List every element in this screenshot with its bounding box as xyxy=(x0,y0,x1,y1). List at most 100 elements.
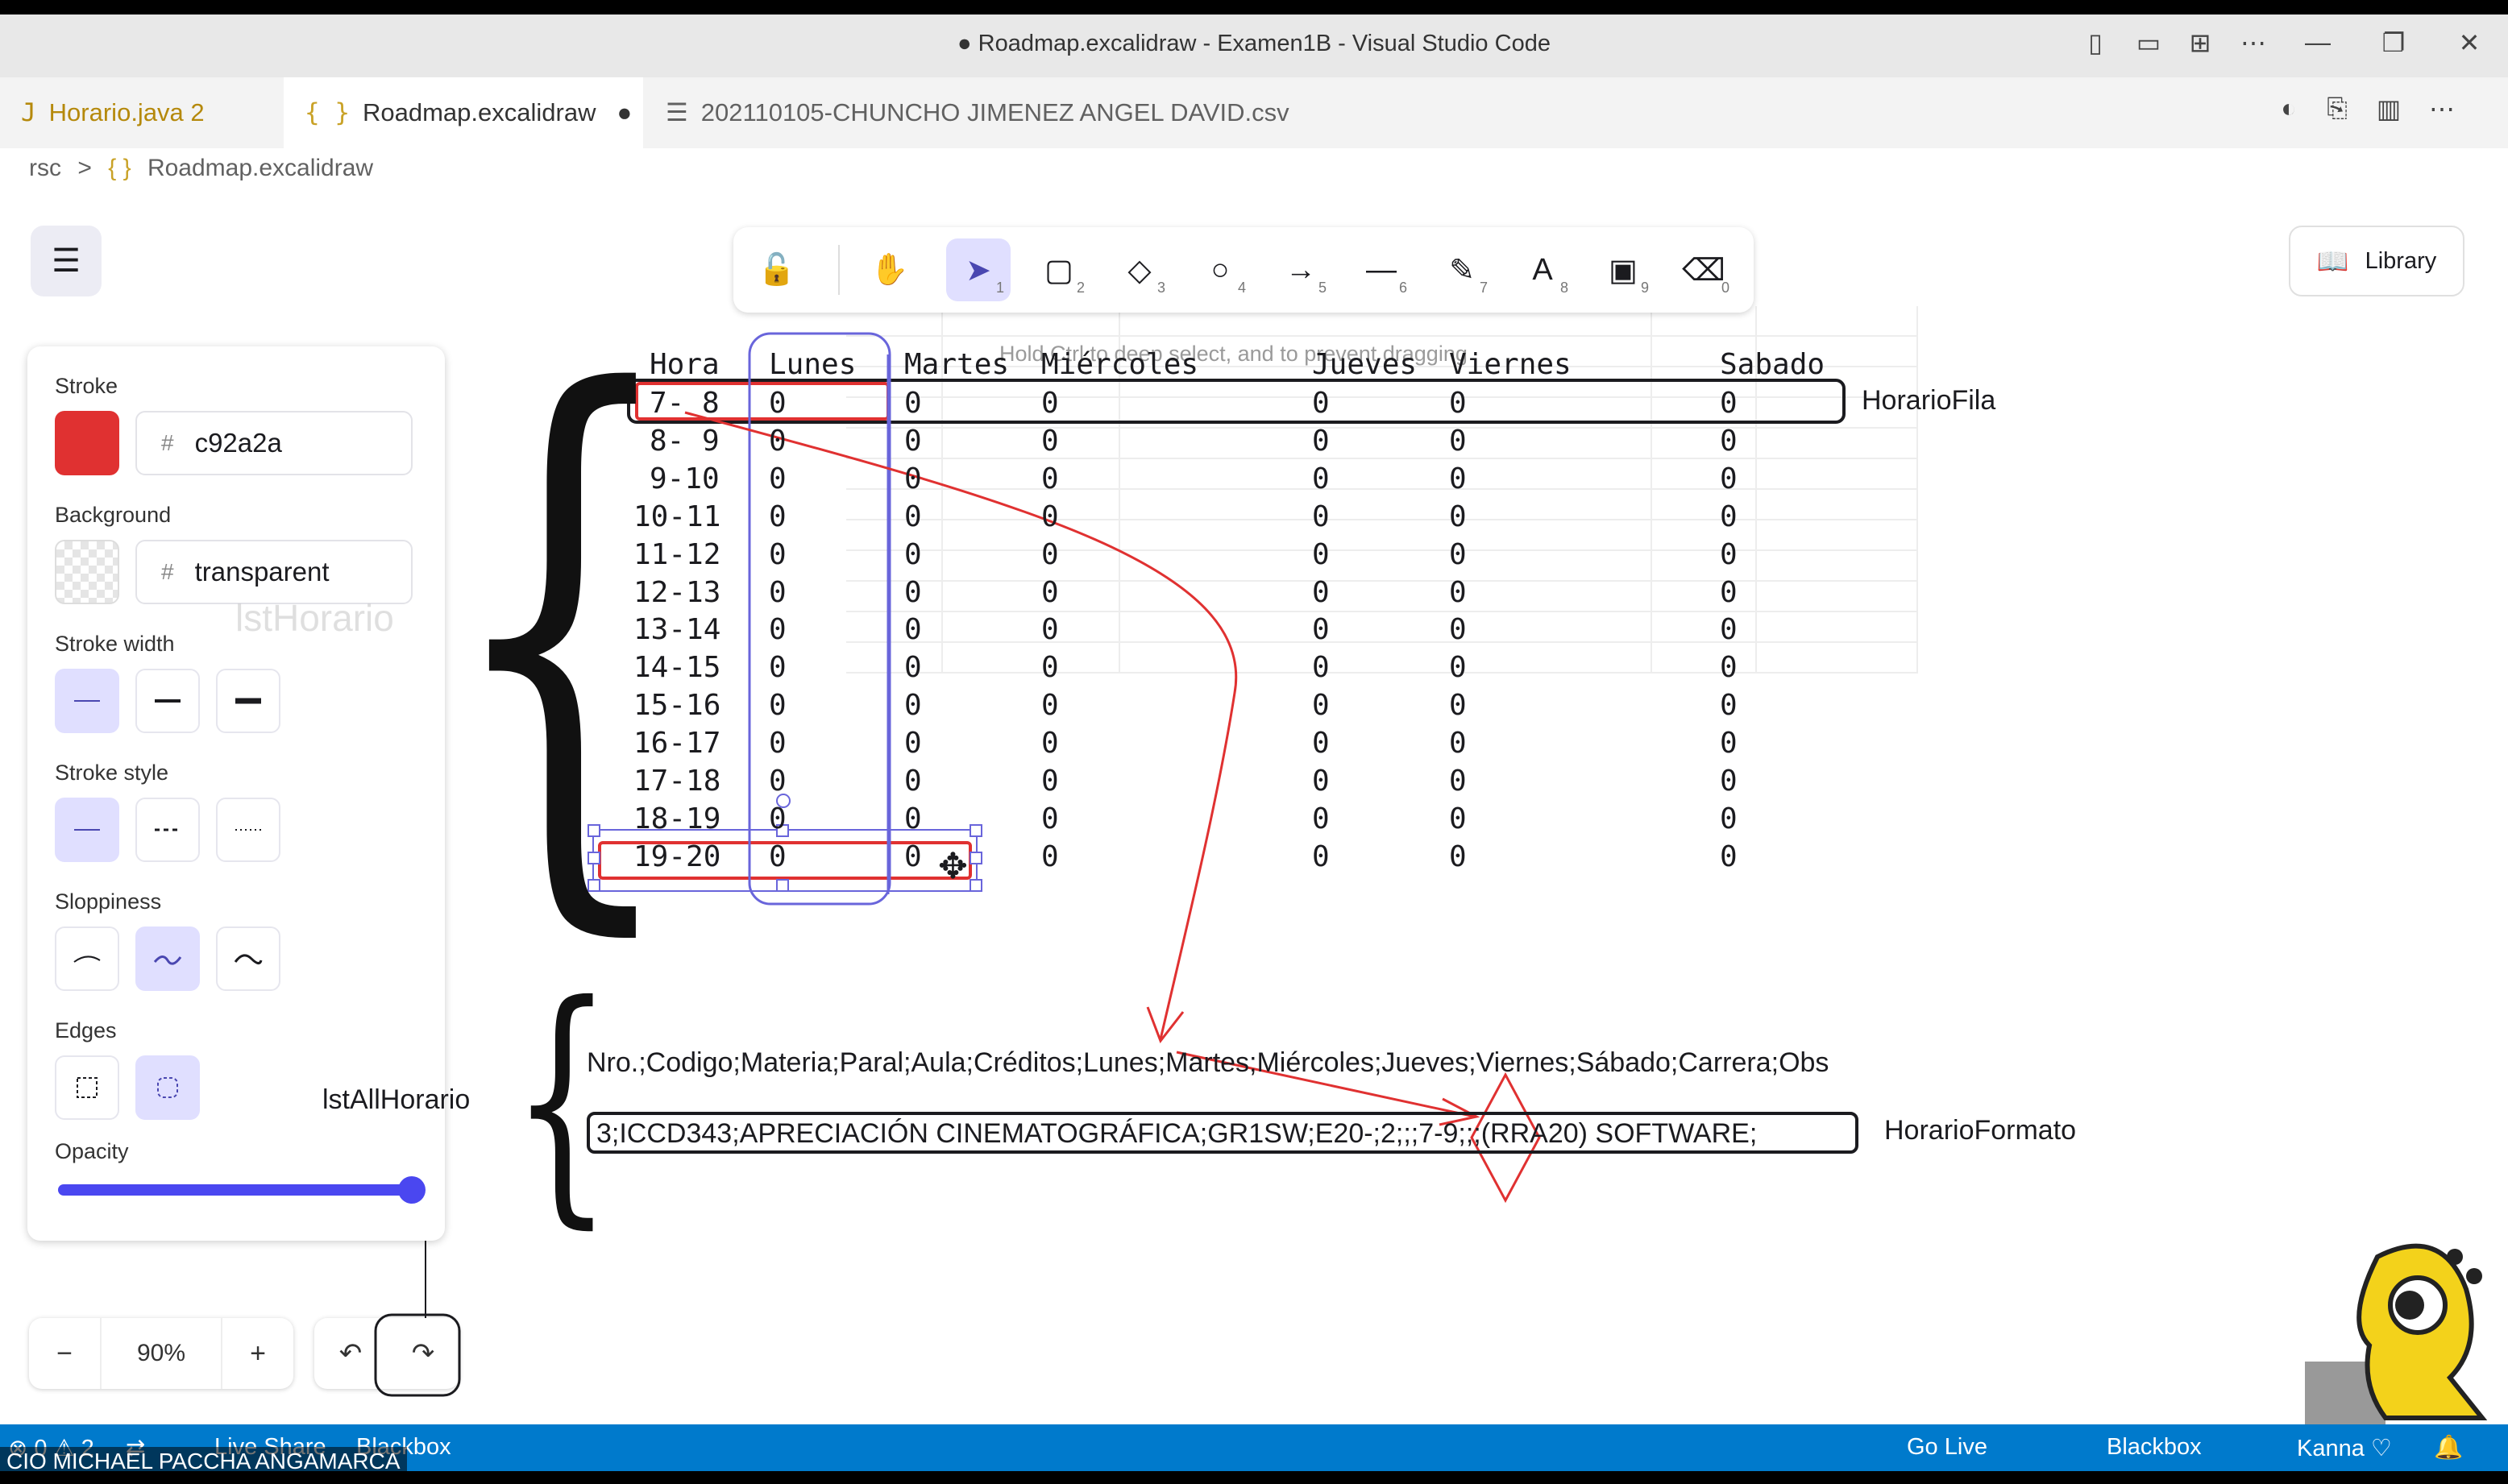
count-cell: 0 xyxy=(1041,802,1059,835)
count-cell: 0 xyxy=(1312,840,1330,873)
header-sabado: Sabado xyxy=(1720,348,1825,381)
count-cell: 0 xyxy=(769,462,787,495)
count-cell: 0 xyxy=(769,840,787,873)
count-cell: 0 xyxy=(1449,500,1467,533)
count-cell: 0 xyxy=(904,425,922,458)
count-cell: 0 xyxy=(1449,689,1467,722)
count-cell: 0 xyxy=(769,538,787,571)
hour-cell: 13-14 xyxy=(633,613,721,646)
count-cell: 0 xyxy=(1449,651,1467,684)
count-cell: 0 xyxy=(1720,765,1738,798)
count-cell: 0 xyxy=(904,727,922,760)
count-cell: 0 xyxy=(1720,689,1738,722)
canvas-drawing: ✥ xyxy=(374,332,1858,1397)
count-cell: 0 xyxy=(904,765,922,798)
hour-cell: 11-12 xyxy=(633,538,721,571)
count-cell: 0 xyxy=(904,840,922,873)
mascot-dinosaur-icon xyxy=(2305,1243,2488,1426)
count-cell: 0 xyxy=(1041,425,1059,458)
blackbox-right-button[interactable]: Blackbox xyxy=(2107,1434,2202,1461)
count-cell: 0 xyxy=(904,802,922,835)
count-cell: 0 xyxy=(1041,387,1059,420)
count-cell: 0 xyxy=(1720,802,1738,835)
count-cell: 0 xyxy=(769,576,787,609)
count-cell: 0 xyxy=(1041,689,1059,722)
hour-cell: 7- 8 xyxy=(650,387,720,420)
count-cell: 0 xyxy=(1449,538,1467,571)
red-arrowhead xyxy=(1146,1006,1185,1044)
count-cell: 0 xyxy=(1449,613,1467,646)
count-cell: 0 xyxy=(1720,500,1738,533)
header-martes: Martes xyxy=(904,348,1010,381)
count-cell: 0 xyxy=(904,500,922,533)
count-cell: 0 xyxy=(1720,425,1738,458)
count-cell: 0 xyxy=(769,425,787,458)
resize-handle xyxy=(970,824,982,837)
header-hora: Hora xyxy=(650,348,720,381)
count-cell: 0 xyxy=(1041,576,1059,609)
count-cell: 0 xyxy=(1449,727,1467,760)
count-cell: 0 xyxy=(1041,651,1059,684)
count-cell: 0 xyxy=(1312,462,1330,495)
count-cell: 0 xyxy=(1720,462,1738,495)
count-cell: 0 xyxy=(1720,840,1738,873)
header-viernes: Viernes xyxy=(1449,348,1572,381)
screen-bottom-edge xyxy=(0,1471,2508,1484)
count-cell: 0 xyxy=(1720,387,1738,420)
notifications-bell-icon[interactable]: 🔔 xyxy=(2434,1434,2463,1461)
hour-cell: 17-18 xyxy=(633,765,721,798)
count-cell: 0 xyxy=(1449,425,1467,458)
count-cell: 0 xyxy=(1041,538,1059,571)
count-cell: 0 xyxy=(1720,727,1738,760)
header-lunes: Lunes xyxy=(769,348,857,381)
horario-fila-rectangle xyxy=(627,379,1846,424)
count-cell: 0 xyxy=(1312,727,1330,760)
count-cell: 0 xyxy=(1449,576,1467,609)
count-cell: 0 xyxy=(1312,765,1330,798)
count-cell: 0 xyxy=(769,689,787,722)
count-cell: 0 xyxy=(1312,500,1330,533)
count-cell: 0 xyxy=(1720,613,1738,646)
count-cell: 0 xyxy=(769,613,787,646)
resize-handle xyxy=(970,852,982,864)
resize-handle xyxy=(776,879,789,892)
count-cell: 0 xyxy=(1312,651,1330,684)
label-horario-fila: HorarioFila xyxy=(1862,385,1996,416)
hour-cell: 15-16 xyxy=(633,689,721,722)
count-cell: 0 xyxy=(1449,387,1467,420)
hour-cell: 12-13 xyxy=(633,576,721,609)
header-miercoles: Miércoles xyxy=(1041,348,1199,381)
count-cell: 0 xyxy=(1041,840,1059,873)
hour-cell: 10-11 xyxy=(633,500,721,533)
hour-cell: 14-15 xyxy=(633,651,721,684)
count-cell: 0 xyxy=(1041,613,1059,646)
count-cell: 0 xyxy=(1449,462,1467,495)
count-cell: 0 xyxy=(769,387,787,420)
ghost-lsthorario: lstHorario xyxy=(235,597,394,639)
count-cell: 0 xyxy=(904,387,922,420)
count-cell: 0 xyxy=(1449,765,1467,798)
count-cell: 0 xyxy=(904,538,922,571)
count-cell: 0 xyxy=(1041,727,1059,760)
count-cell: 0 xyxy=(1312,576,1330,609)
count-cell: 0 xyxy=(1041,500,1059,533)
count-cell: 0 xyxy=(1041,462,1059,495)
count-cell: 0 xyxy=(1449,802,1467,835)
count-cell: 0 xyxy=(1720,576,1738,609)
stray-rectangle xyxy=(374,1313,461,1397)
hour-cell: 18-19 xyxy=(633,802,721,835)
go-live-button[interactable]: Go Live xyxy=(1907,1434,1987,1461)
hour-cell: 19-20 xyxy=(633,840,721,873)
red-arrow-curve xyxy=(684,411,1238,1040)
count-cell: 0 xyxy=(769,727,787,760)
count-cell: 0 xyxy=(904,651,922,684)
kanna-button[interactable]: Kanna ♡ xyxy=(2297,1434,2392,1462)
csv-row-text: 3;ICCD343;APRECIACIÓN CINEMATOGRÁFICA;GR… xyxy=(596,1118,1758,1149)
count-cell: 0 xyxy=(1312,689,1330,722)
move-cursor-icon: ✥ xyxy=(938,847,968,886)
left-brace-small: { xyxy=(511,951,613,1250)
count-cell: 0 xyxy=(1312,387,1330,420)
count-cell: 0 xyxy=(904,462,922,495)
count-cell: 0 xyxy=(1312,802,1330,835)
count-cell: 0 xyxy=(904,613,922,646)
